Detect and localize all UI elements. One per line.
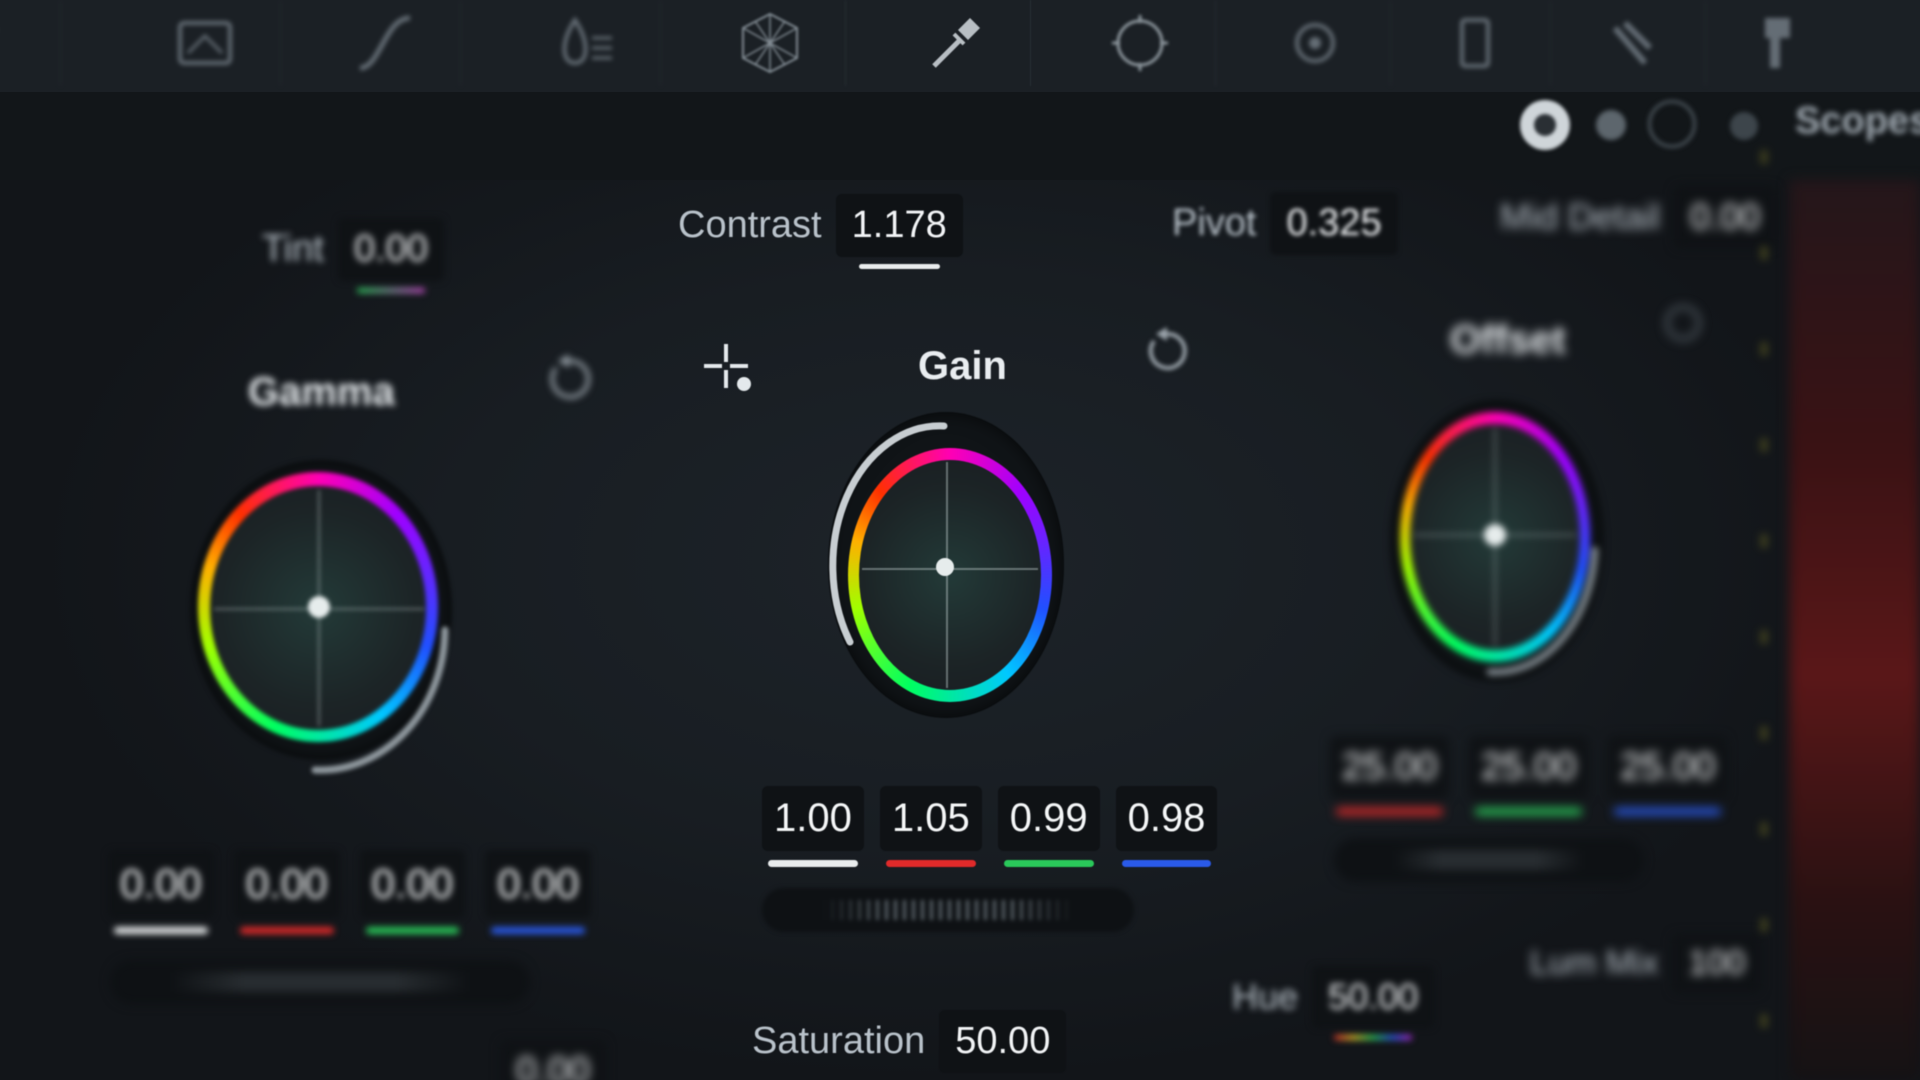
gain-master-slider[interactable] (762, 888, 1134, 932)
saturation-label: Saturation (752, 1020, 926, 1062)
hdr-icon[interactable] (1730, 112, 1758, 140)
gamma-b-field[interactable]: 0.00 (485, 850, 591, 934)
gamma-r-value: 0.00 (245, 860, 328, 907)
offset-values: 25.00 25.00 25.00 (1330, 736, 1728, 815)
power-window-icon[interactable] (1065, 0, 1216, 86)
lummix-control: Lum Mix 100 (1530, 934, 1762, 993)
pivot-control: Pivot 0.325 (1172, 192, 1398, 255)
offset-b-value: 25.00 (1620, 746, 1716, 788)
gamma-r-field[interactable]: 0.00 (233, 850, 340, 934)
hsl-qualifier-icon[interactable] (510, 0, 661, 86)
contrast-label: Contrast (678, 204, 822, 246)
bottom-left-value: 0.00 (516, 1050, 590, 1080)
tint-label: Tint (262, 228, 324, 270)
gamma-y-field[interactable]: 0.00 (108, 850, 214, 934)
lummix-value: 100 (1688, 944, 1746, 982)
tracker-icon[interactable] (1240, 0, 1391, 86)
magic-mask-icon[interactable] (1400, 0, 1551, 86)
curves-icon[interactable] (310, 0, 461, 86)
gain-g-field[interactable]: 0.99 (997, 786, 1100, 867)
hue-indicator (1334, 1035, 1413, 1040)
offset-g-value: 25.00 (1481, 746, 1577, 788)
gamma-b-value: 0.00 (497, 860, 579, 907)
pivot-field[interactable]: 0.325 (1270, 192, 1398, 255)
gain-y-field[interactable]: 1.00 (762, 786, 864, 867)
picker-crosshair-icon[interactable] (700, 340, 760, 405)
gamma-values: 0.00 0.00 0.00 0.00 (108, 850, 591, 934)
gamma-master-slider[interactable] (110, 960, 530, 1004)
offset-g-field[interactable]: 25.00 (1469, 736, 1589, 815)
viewer-thumbnail (1790, 180, 1920, 1080)
tint-field[interactable]: 0.00 (337, 218, 444, 293)
gamma-y-value: 0.00 (120, 860, 202, 907)
lummix-label: Lum Mix (1530, 944, 1659, 982)
offset-wheel[interactable] (1390, 400, 1610, 690)
tint-indicator (357, 288, 425, 293)
tint-control: Tint 0.00 (262, 218, 444, 293)
saturation-field[interactable]: 50.00 (939, 1010, 1067, 1073)
bottom-left-control: 0.00 (500, 1040, 606, 1080)
contrast-value: 1.178 (851, 204, 947, 246)
gamma-g-value: 0.00 (371, 860, 454, 907)
keyframe-markers (1760, 150, 1768, 1030)
contrast-indicator (858, 264, 940, 269)
pivot-label: Pivot (1172, 202, 1257, 244)
blur-icon[interactable] (1555, 0, 1706, 86)
log-wheels-icon[interactable] (1648, 100, 1696, 148)
gain-wheel[interactable] (826, 412, 1066, 722)
gamma-g-field[interactable]: 0.00 (359, 850, 466, 934)
middetail-control: Mid Detail 0.00 (1500, 186, 1777, 248)
gain-b-value: 0.98 (1127, 796, 1206, 840)
offset-title: Offset (1450, 318, 1566, 362)
gain-b-field[interactable]: 0.98 (1115, 786, 1218, 867)
mode-label[interactable]: Scopes (1795, 100, 1920, 143)
primaries-bars-icon[interactable] (1596, 110, 1626, 140)
saturation-control: Saturation 50.00 (752, 1010, 1067, 1073)
color-warper-icon[interactable] (0, 0, 61, 86)
gamma-title: Gamma (248, 370, 395, 414)
offset-reset-icon[interactable] (1660, 300, 1706, 351)
middetail-value: 0.00 (1690, 196, 1761, 237)
pivot-value: 0.325 (1286, 202, 1382, 244)
gamma-wheel[interactable] (190, 460, 460, 780)
offset-r-value: 25.00 (1342, 746, 1438, 788)
primaries-wheels-icon[interactable] (1520, 100, 1570, 150)
gain-title: Gain (918, 344, 1007, 388)
offset-b-field[interactable]: 25.00 (1608, 736, 1728, 815)
color-page: Scopes Tint 0.00 Contrast 1.178 Pivot 0.… (0, 0, 1920, 1080)
hue-value: 50.00 (1328, 976, 1419, 1017)
gain-values: 1.00 1.05 0.99 0.98 (762, 786, 1218, 867)
gamma-reset-icon[interactable] (542, 352, 596, 411)
saturation-value: 50.00 (955, 1020, 1051, 1062)
middetail-label: Mid Detail (1500, 196, 1661, 237)
gain-r-value: 1.05 (891, 796, 970, 840)
hue-control: Hue 50.00 (1232, 966, 1435, 1040)
contrast-control: Contrast 1.178 (678, 194, 963, 269)
offset-master-slider[interactable] (1334, 838, 1644, 882)
offset-r-field[interactable]: 25.00 (1330, 736, 1450, 815)
eyedropper-icon[interactable] (880, 0, 1031, 86)
contrast-field[interactable]: 1.178 (835, 194, 963, 269)
tint-value: 0.00 (353, 228, 428, 270)
window-icon[interactable] (130, 0, 281, 86)
hue-field[interactable]: 50.00 (1312, 966, 1435, 1040)
gain-r-field[interactable]: 1.05 (879, 786, 982, 867)
gain-g-value: 0.99 (1009, 796, 1088, 840)
mode-bar (0, 92, 1920, 180)
lummix-field[interactable]: 100 (1672, 934, 1762, 993)
bottom-left-field[interactable]: 0.00 (500, 1040, 606, 1080)
color-warper-mesh-icon[interactable] (695, 0, 846, 86)
gain-reset-icon[interactable] (1142, 326, 1192, 381)
palette-toolbar (0, 0, 1920, 93)
hue-label: Hue (1232, 976, 1299, 1017)
gain-y-value: 1.00 (774, 796, 852, 840)
key-icon[interactable] (1700, 0, 1850, 86)
